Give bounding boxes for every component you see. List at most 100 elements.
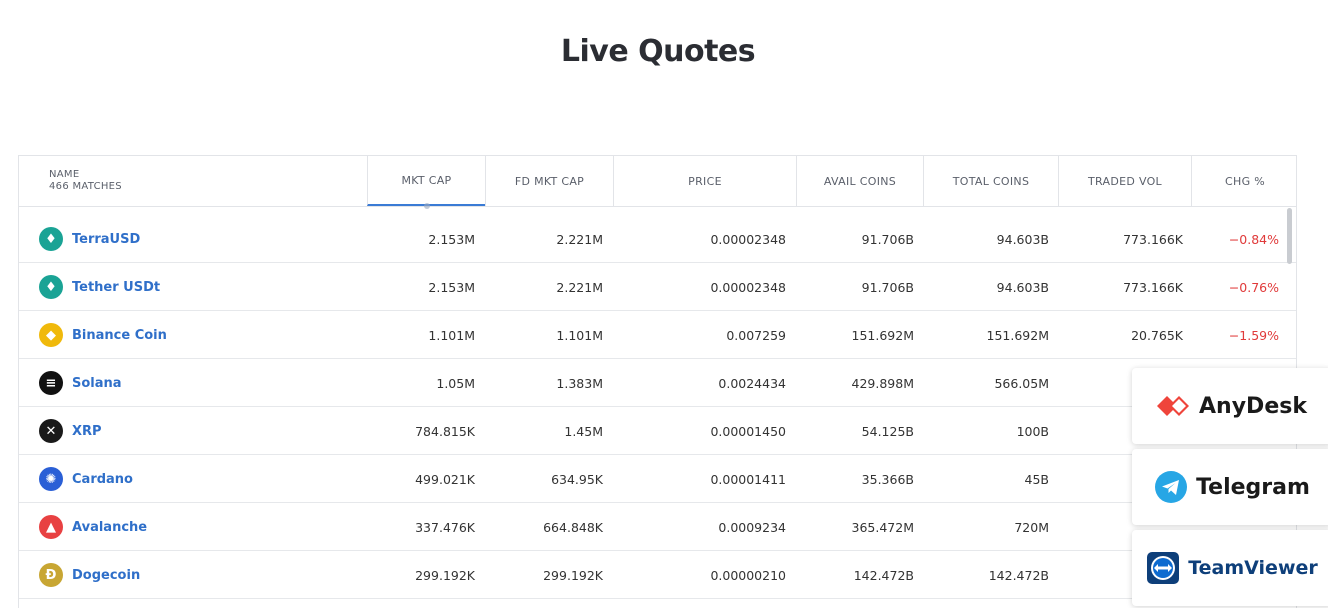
coin-name-cell[interactable]: ✺ Cardano xyxy=(39,455,133,503)
avail-coins-cell: 54.125B xyxy=(861,423,914,439)
page-title: Live Quotes xyxy=(560,34,756,69)
telegram-label: Telegram xyxy=(1196,474,1310,500)
mkt-cap-cell: 2.153M xyxy=(428,279,475,295)
avalanche-icon: ▲ xyxy=(39,515,63,539)
mkt-cap-cell: 299.192K xyxy=(415,567,475,583)
mkt-cap-cell: 1.05M xyxy=(436,375,475,391)
table-row[interactable]: ♦ Tether USDt 2.153M 2.221M 0.00002348 91.706… xyxy=(19,263,1296,311)
price-cell: 0.0009234 xyxy=(718,519,786,535)
fd-mkt-cap-cell: 2.221M xyxy=(556,279,603,295)
fd-mkt-cap-cell: 2.221M xyxy=(556,231,603,247)
matches-count: 466 MATCHES xyxy=(49,181,122,192)
name-column-header[interactable]: NAME 466 MATCHES xyxy=(19,156,367,206)
total-coins-cell: 151.692M xyxy=(986,327,1049,343)
fd-mkt-cap-cell: 1.45M xyxy=(564,423,603,439)
coin-name-link[interactable]: Dogecoin xyxy=(72,568,140,583)
total-coins-cell: 720M xyxy=(1014,519,1049,535)
coin-name-link[interactable]: Solana xyxy=(72,376,122,391)
coin-name-cell[interactable]: ≡ Solana xyxy=(39,359,122,407)
traded-vol-cell: 773.166K xyxy=(1123,279,1183,295)
coin-name-link[interactable]: Binance Coin xyxy=(72,328,167,343)
solana-icon: ≡ xyxy=(39,371,63,395)
avail-coins-cell: 151.692M xyxy=(851,327,914,343)
coin-name-link[interactable]: TerraUSD xyxy=(72,232,140,247)
teamviewer-icon xyxy=(1147,552,1180,584)
total-coins-cell: 566.05M xyxy=(994,375,1049,391)
teamviewer-label: TeamViewer xyxy=(1188,557,1318,579)
coin-name-cell[interactable]: ▲ Avalanche xyxy=(39,503,147,551)
table-row[interactable]: ◆ Binance Coin 1.101M 1.101M 0.007259 151.692… xyxy=(19,311,1296,359)
column-header-fd-mkt-cap[interactable]: FD MKT CAP xyxy=(485,156,613,206)
coin-name-link[interactable]: XRP xyxy=(72,424,102,439)
price-cell: 0.0024434 xyxy=(718,375,786,391)
dogecoin-icon: Ð xyxy=(39,563,63,587)
avail-coins-cell: 429.898M xyxy=(851,375,914,391)
name-header-label: NAME xyxy=(49,169,80,180)
column-header-total-coins[interactable]: TOTAL COINS xyxy=(923,156,1058,206)
telegram-icon xyxy=(1155,471,1188,503)
column-header-avail-coins[interactable]: AVAIL COINS xyxy=(796,156,923,206)
avail-coins-cell: 35.366B xyxy=(861,471,914,487)
fd-mkt-cap-cell: 1.383M xyxy=(556,375,603,391)
mkt-cap-cell: 499.021K xyxy=(415,471,475,487)
mkt-cap-cell: 1.101M xyxy=(428,327,475,343)
table-row[interactable]: ✕ XRP 784.815K 1.45M 0.00001450 54.125B 100B xyxy=(19,407,1296,455)
avail-coins-cell: 91.706B xyxy=(861,279,914,295)
coin-name-cell[interactable]: Ð Dogecoin xyxy=(39,551,140,599)
fd-mkt-cap-cell: 1.101M xyxy=(556,327,603,343)
fd-mkt-cap-cell: 664.848K xyxy=(543,519,603,535)
coin-name-cell[interactable]: ✕ XRP xyxy=(39,407,102,455)
telegram-button[interactable]: Telegram xyxy=(1132,449,1328,525)
price-cell: 0.00002348 xyxy=(710,231,786,247)
anydesk-button[interactable]: AnyDesk xyxy=(1132,368,1328,444)
column-header-traded-vol[interactable]: TRADED VOL xyxy=(1058,156,1191,206)
coin-name-cell[interactable]: ◆ Binance Coin xyxy=(39,311,167,359)
price-cell: 0.00000210 xyxy=(710,567,786,583)
mkt-cap-cell: 337.476K xyxy=(415,519,475,535)
table-header: NAME 466 MATCHES MKT CAP FD MKT CAP PRIC… xyxy=(19,156,1296,209)
table-row[interactable]: Ð Dogecoin 299.192K 299.192K 0.00000210 142.4… xyxy=(19,551,1296,599)
column-header-mkt-cap[interactable]: MKT CAP xyxy=(367,156,485,209)
anydesk-label: AnyDesk xyxy=(1199,393,1307,419)
price-cell: 0.00001411 xyxy=(710,471,786,487)
avail-coins-cell: 142.472B xyxy=(853,567,914,583)
total-coins-cell: 94.603B xyxy=(996,231,1049,247)
quotes-table: NAME 466 MATCHES MKT CAP FD MKT CAP PRIC… xyxy=(18,155,1297,608)
scrollbar[interactable] xyxy=(1287,208,1292,264)
mkt-cap-cell: 784.815K xyxy=(415,423,475,439)
total-coins-cell: 142.472B xyxy=(988,567,1049,583)
binance-icon: ◆ xyxy=(39,323,63,347)
chg-cell: −0.84% xyxy=(1228,231,1279,247)
chg-cell: −0.76% xyxy=(1228,279,1279,295)
price-cell: 0.007259 xyxy=(726,327,786,343)
coin-name-link[interactable]: Avalanche xyxy=(72,520,147,535)
price-cell: 0.00001450 xyxy=(710,423,786,439)
coin-name-link[interactable]: Tether USDt xyxy=(72,280,160,295)
column-header-chg[interactable]: CHG % xyxy=(1191,156,1296,206)
total-coins-cell: 94.603B xyxy=(996,279,1049,295)
cardano-icon: ✺ xyxy=(39,467,63,491)
avail-coins-cell: 365.472M xyxy=(851,519,914,535)
table-row[interactable]: ♦ TerraUSD 2.153M 2.221M 0.00002348 91.706B 94… xyxy=(19,215,1296,263)
mkt-cap-cell: 2.153M xyxy=(428,231,475,247)
table-row[interactable]: ✺ Cardano 499.021K 634.95K 0.00001411 35.366B… xyxy=(19,455,1296,503)
avail-coins-cell: 91.706B xyxy=(861,231,914,247)
coin-name-cell[interactable]: ♦ Tether USDt xyxy=(39,263,160,311)
terrausd-icon: ♦ xyxy=(39,227,63,251)
column-header-price[interactable]: PRICE xyxy=(613,156,796,206)
fd-mkt-cap-cell: 634.95K xyxy=(551,471,603,487)
chg-cell: −1.59% xyxy=(1228,327,1279,343)
teamviewer-button[interactable]: TeamViewer xyxy=(1132,530,1328,606)
anydesk-icon xyxy=(1157,396,1190,416)
traded-vol-cell: 20.765K xyxy=(1131,327,1183,343)
fd-mkt-cap-cell: 299.192K xyxy=(543,567,603,583)
xrp-icon: ✕ xyxy=(39,419,63,443)
table-body: ♦ TerraUSD 2.153M 2.221M 0.00002348 91.706B 94… xyxy=(19,215,1296,599)
total-coins-cell: 45B xyxy=(1024,471,1049,487)
table-row[interactable]: ▲ Avalanche 337.476K 664.848K 0.0009234 365.4… xyxy=(19,503,1296,551)
coin-name-cell[interactable]: ♦ TerraUSD xyxy=(39,215,140,263)
coin-name-link[interactable]: Cardano xyxy=(72,472,133,487)
price-cell: 0.00002348 xyxy=(710,279,786,295)
table-row[interactable]: ≡ Solana 1.05M 1.383M 0.0024434 429.898M 566.0… xyxy=(19,359,1296,407)
tether-icon: ♦ xyxy=(39,275,63,299)
